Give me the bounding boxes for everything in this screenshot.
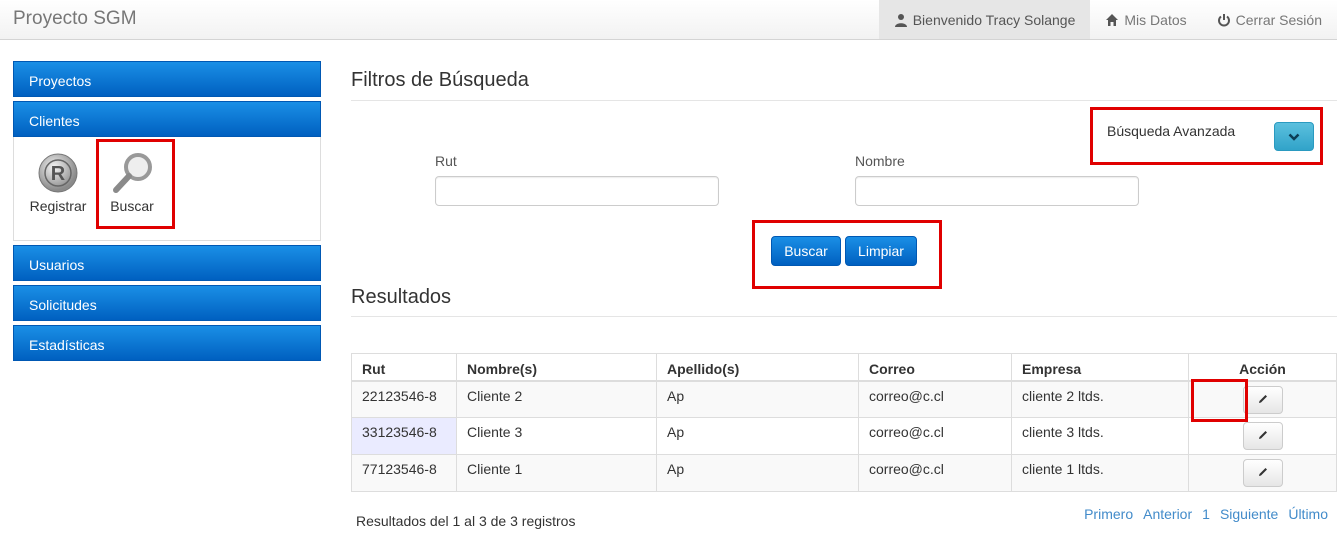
cell-empresa: cliente 1 ltds. (1011, 454, 1189, 492)
table-row: 22123546-8 Cliente 2 Ap correo@c.cl clie… (351, 380, 1337, 418)
cell-empresa: cliente 2 ltds. (1011, 380, 1189, 418)
pager-prev[interactable]: Anterior (1143, 506, 1192, 522)
nav-logout[interactable]: Cerrar Sesión (1202, 0, 1337, 39)
edit-highlight (1191, 379, 1248, 422)
pencil-icon (1257, 428, 1269, 444)
cell-empresa: cliente 3 ltds. (1011, 417, 1189, 455)
column-header-rut[interactable]: Rut (351, 353, 457, 382)
user-icon (894, 13, 908, 27)
nav-welcome-label: Bienvenido Tracy Solange (912, 11, 1076, 28)
nav-welcome[interactable]: Bienvenido Tracy Solange (878, 0, 1091, 39)
top-navbar: Proyecto SGM Bienvenido Tracy Solange Mi… (0, 0, 1337, 40)
results-table: Rut Nombre(s) Apellido(s) Correo Empresa… (351, 353, 1337, 492)
column-header-nombre[interactable]: Nombre(s) (456, 353, 657, 382)
pencil-icon (1257, 392, 1269, 408)
table-header-row: Rut Nombre(s) Apellido(s) Correo Empresa… (351, 353, 1337, 382)
edit-button[interactable] (1242, 459, 1283, 487)
cell-apellido: Ap (656, 454, 859, 492)
results-divider (351, 316, 1337, 317)
home-icon (1105, 13, 1119, 27)
sidebar-item-solicitudes[interactable]: Solicitudes (13, 285, 321, 321)
filters-divider (351, 100, 1337, 101)
table-row: 33123546-8 Cliente 3 Ap correo@c.cl clie… (351, 417, 1337, 455)
sidebar-item-clientes[interactable]: Clientes (13, 101, 321, 137)
column-header-apellido[interactable]: Apellido(s) (656, 353, 859, 382)
column-header-empresa[interactable]: Empresa (1011, 353, 1189, 382)
rut-label: Rut (435, 153, 457, 169)
nav-logout-label: Cerrar Sesión (1235, 11, 1322, 28)
cell-apellido: Ap (656, 380, 859, 418)
cell-rut: 22123546-8 (351, 380, 457, 418)
cell-accion (1188, 454, 1337, 492)
buscar-highlight (96, 139, 175, 229)
table-row: 77123546-8 Cliente 1 Ap correo@c.cl clie… (351, 454, 1337, 492)
registrar-option[interactable]: R Registrar (28, 151, 88, 214)
cell-rut: 77123546-8 (351, 454, 457, 492)
pager-page-1[interactable]: 1 (1202, 506, 1210, 522)
svg-text:R: R (51, 163, 66, 185)
registrar-label: Registrar (29, 198, 87, 214)
rut-input[interactable] (435, 176, 719, 206)
cell-correo: correo@c.cl (858, 454, 1012, 492)
cell-nombre: Cliente 3 (456, 417, 657, 455)
cell-correo: correo@c.cl (858, 380, 1012, 418)
advanced-search-highlight (1090, 107, 1323, 165)
nav-my-data[interactable]: Mis Datos (1090, 0, 1201, 39)
cell-apellido: Ap (656, 417, 859, 455)
registered-icon: R (28, 151, 88, 195)
cell-rut: 33123546-8 (351, 417, 457, 455)
pager-next[interactable]: Siguiente (1220, 506, 1278, 522)
sidebar-item-usuarios[interactable]: Usuarios (13, 245, 321, 281)
pencil-icon (1257, 465, 1269, 481)
buttons-highlight (752, 220, 942, 289)
column-header-correo[interactable]: Correo (858, 353, 1012, 382)
edit-button[interactable] (1242, 385, 1283, 414)
filters-title: Filtros de Búsqueda (351, 69, 529, 91)
nombre-input[interactable] (855, 176, 1139, 206)
cell-correo: correo@c.cl (858, 417, 1012, 455)
edit-button[interactable] (1242, 422, 1283, 450)
results-title: Resultados (351, 286, 452, 308)
column-header-accion: Acción (1188, 353, 1337, 382)
app-brand[interactable]: Proyecto SGM (13, 8, 137, 30)
sidebar-item-estadisticas[interactable]: Estadísticas (13, 325, 321, 361)
navbar-right: Bienvenido Tracy Solange Mis Datos Cerra… (878, 0, 1337, 39)
cell-accion (1188, 417, 1337, 455)
power-icon (1217, 13, 1231, 27)
pager-last[interactable]: Último (1288, 506, 1328, 522)
cell-nombre: Cliente 1 (456, 454, 657, 492)
nombre-label: Nombre (855, 153, 905, 169)
results-info: Resultados del 1 al 3 de 3 registros (356, 513, 576, 529)
pager-first[interactable]: Primero (1084, 506, 1133, 522)
pagination: Primero Anterior 1 Siguiente Último (1084, 506, 1328, 522)
sidebar-item-proyectos[interactable]: Proyectos (13, 61, 321, 97)
cell-nombre: Cliente 2 (456, 380, 657, 418)
nav-my-data-label: Mis Datos (1124, 11, 1187, 28)
